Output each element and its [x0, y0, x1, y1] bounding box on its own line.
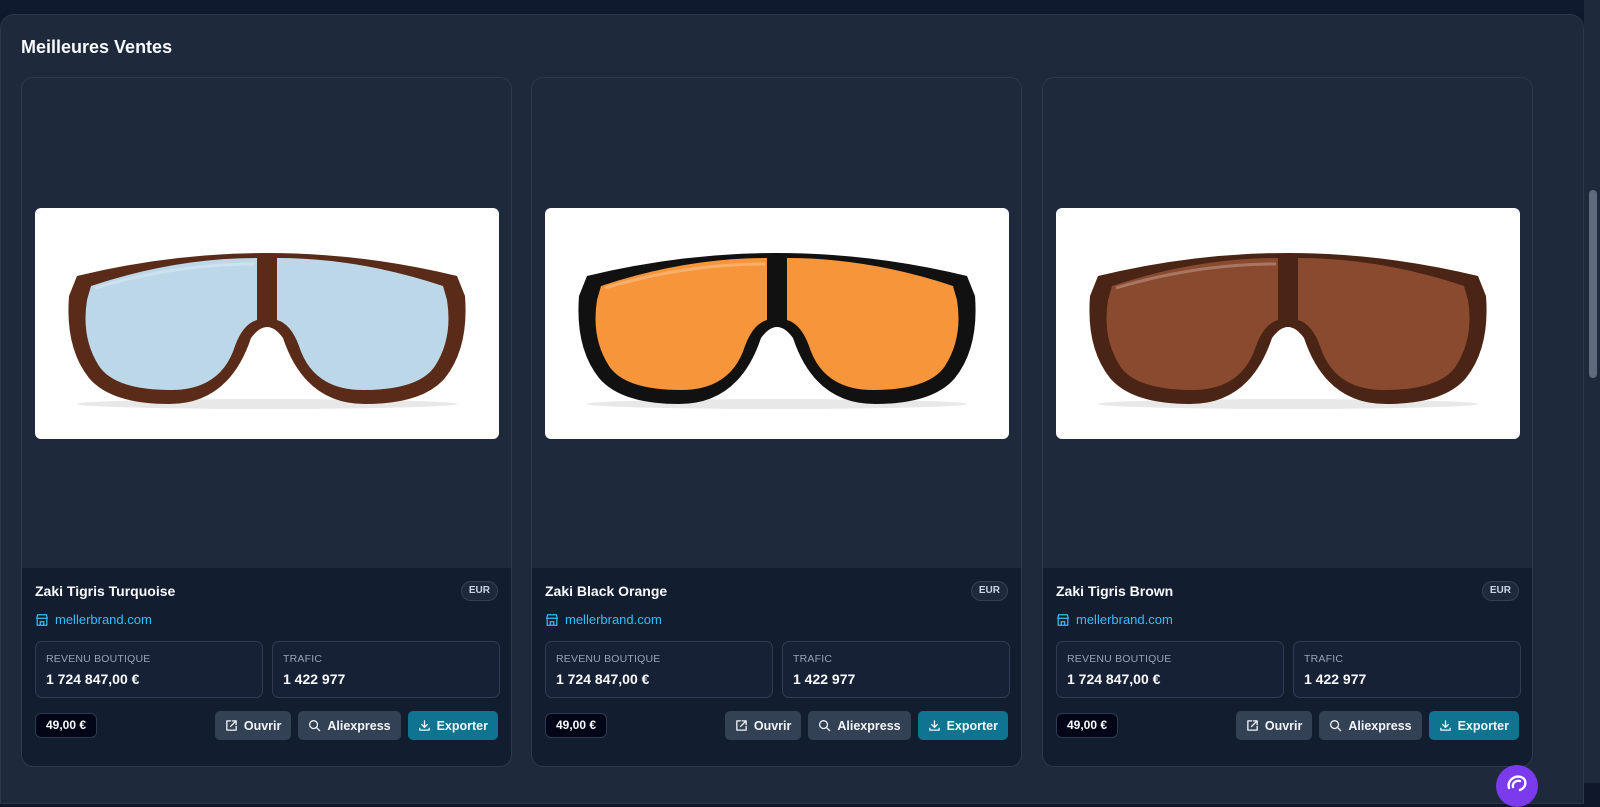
traffic-value: 1 422 977 [283, 671, 346, 687]
export-button-label: Exporter [1457, 718, 1509, 733]
traffic-label: TRAFIC [283, 653, 323, 665]
search-icon [309, 720, 321, 732]
chat-icon [1507, 775, 1527, 792]
store-link[interactable]: mellerbrand.com [1056, 612, 1173, 627]
search-icon [819, 720, 831, 732]
download-icon [418, 720, 430, 731]
store-name[interactable]: mellerbrand.com [1076, 612, 1173, 627]
product-image-area [532, 78, 1021, 568]
external-link-icon [736, 720, 747, 731]
aliexpress-button[interactable]: Aliexpress [1319, 711, 1422, 740]
product-image[interactable] [1056, 208, 1520, 439]
revenue-value: 1 724 847,00 € [556, 671, 650, 687]
export-button-label: Exporter [946, 718, 998, 733]
product-image[interactable] [35, 208, 499, 439]
card-actions: Ouvrir Aliexpress Exporter [724, 711, 1008, 740]
product-card-2: Zaki Black Orange EUR mellerbrand.com RE… [531, 77, 1022, 767]
aliexpress-button-label: Aliexpress [837, 718, 901, 733]
traffic-value: 1 422 977 [793, 671, 856, 687]
card-actions: Ouvrir Aliexpress Exporter [1235, 711, 1519, 740]
card-actions: Ouvrir Aliexpress Exporter [214, 711, 498, 740]
currency-badge: EUR [460, 581, 498, 601]
scrollbar-thumb[interactable] [1589, 190, 1597, 378]
product-image[interactable] [545, 208, 1009, 439]
traffic-stat: TRAFIC 1 422 977 [1293, 641, 1521, 698]
open-button[interactable]: Ouvrir [1235, 711, 1313, 740]
section-title: Meilleures Ventes [21, 37, 173, 57]
export-button-label: Exporter [436, 718, 488, 733]
open-button-label: Ouvrir [243, 718, 282, 733]
store-icon [36, 613, 48, 626]
export-button[interactable]: Exporter [917, 711, 1008, 740]
aliexpress-button-label: Aliexpress [327, 718, 391, 733]
price-badge: 49,00 € [545, 713, 608, 738]
product-image-area [22, 78, 511, 568]
store-icon [546, 613, 558, 626]
aliexpress-button[interactable]: Aliexpress [298, 711, 401, 740]
revenue-stat: REVENU BOUTIQUE 1 724 847,00 € [545, 641, 773, 698]
store-name[interactable]: mellerbrand.com [565, 612, 662, 627]
currency-badge: EUR [1481, 581, 1519, 601]
revenue-label: REVENU BOUTIQUE [556, 653, 661, 665]
product-info: Zaki Tigris Brown EUR mellerbrand.com RE… [1043, 568, 1532, 766]
aliexpress-button[interactable]: Aliexpress [808, 711, 911, 740]
best-sellers-panel: Meilleures Ventes Zaki Tigris Turquoise … [0, 14, 1584, 804]
sunglasses-image [1089, 253, 1487, 409]
open-button-label: Ouvrir [1264, 718, 1303, 733]
revenue-stat: REVENU BOUTIQUE 1 724 847,00 € [1056, 641, 1284, 698]
traffic-label: TRAFIC [1304, 653, 1344, 665]
search-icon [1330, 720, 1342, 732]
price-badge: 49,00 € [35, 713, 98, 738]
revenue-value: 1 724 847,00 € [46, 671, 140, 687]
scrollbar[interactable] [1584, 0, 1600, 783]
open-button[interactable]: Ouvrir [724, 711, 802, 740]
sunglasses-image [68, 253, 466, 409]
aliexpress-button-label: Aliexpress [1348, 718, 1412, 733]
revenue-value: 1 724 847,00 € [1067, 671, 1161, 687]
price-badge: 49,00 € [1056, 713, 1119, 738]
store-icon [1057, 613, 1069, 626]
revenue-stat: REVENU BOUTIQUE 1 724 847,00 € [35, 641, 263, 698]
product-info: Zaki Black Orange EUR mellerbrand.com RE… [532, 568, 1021, 766]
download-icon [1439, 720, 1451, 731]
download-icon [928, 720, 940, 731]
product-name: Zaki Tigris Turquoise [35, 583, 176, 599]
product-name: Zaki Black Orange [545, 583, 668, 599]
open-button-label: Ouvrir [753, 718, 792, 733]
currency-badge: EUR [970, 581, 1008, 601]
open-button[interactable]: Ouvrir [214, 711, 292, 740]
top-bar [0, 0, 1584, 14]
product-name: Zaki Tigris Brown [1056, 583, 1174, 599]
export-button[interactable]: Exporter [407, 711, 498, 740]
product-card-3: Zaki Tigris Brown EUR mellerbrand.com RE… [1042, 77, 1533, 767]
traffic-stat: TRAFIC 1 422 977 [272, 641, 500, 698]
external-link-icon [226, 720, 237, 731]
store-name[interactable]: mellerbrand.com [55, 612, 152, 627]
external-link-icon [1247, 720, 1258, 731]
traffic-value: 1 422 977 [1304, 671, 1367, 687]
chat-launcher-button[interactable] [1496, 765, 1538, 807]
revenue-label: REVENU BOUTIQUE [46, 653, 151, 665]
product-info: Zaki Tigris Turquoise EUR mellerbrand.co… [22, 568, 511, 766]
traffic-label: TRAFIC [793, 653, 833, 665]
revenue-label: REVENU BOUTIQUE [1067, 653, 1172, 665]
sunglasses-image [578, 253, 976, 409]
store-link[interactable]: mellerbrand.com [35, 612, 152, 627]
export-button[interactable]: Exporter [1428, 711, 1519, 740]
traffic-stat: TRAFIC 1 422 977 [782, 641, 1010, 698]
product-card-1: Zaki Tigris Turquoise EUR mellerbrand.co… [21, 77, 512, 767]
store-link[interactable]: mellerbrand.com [545, 612, 662, 627]
product-image-area [1043, 78, 1532, 568]
